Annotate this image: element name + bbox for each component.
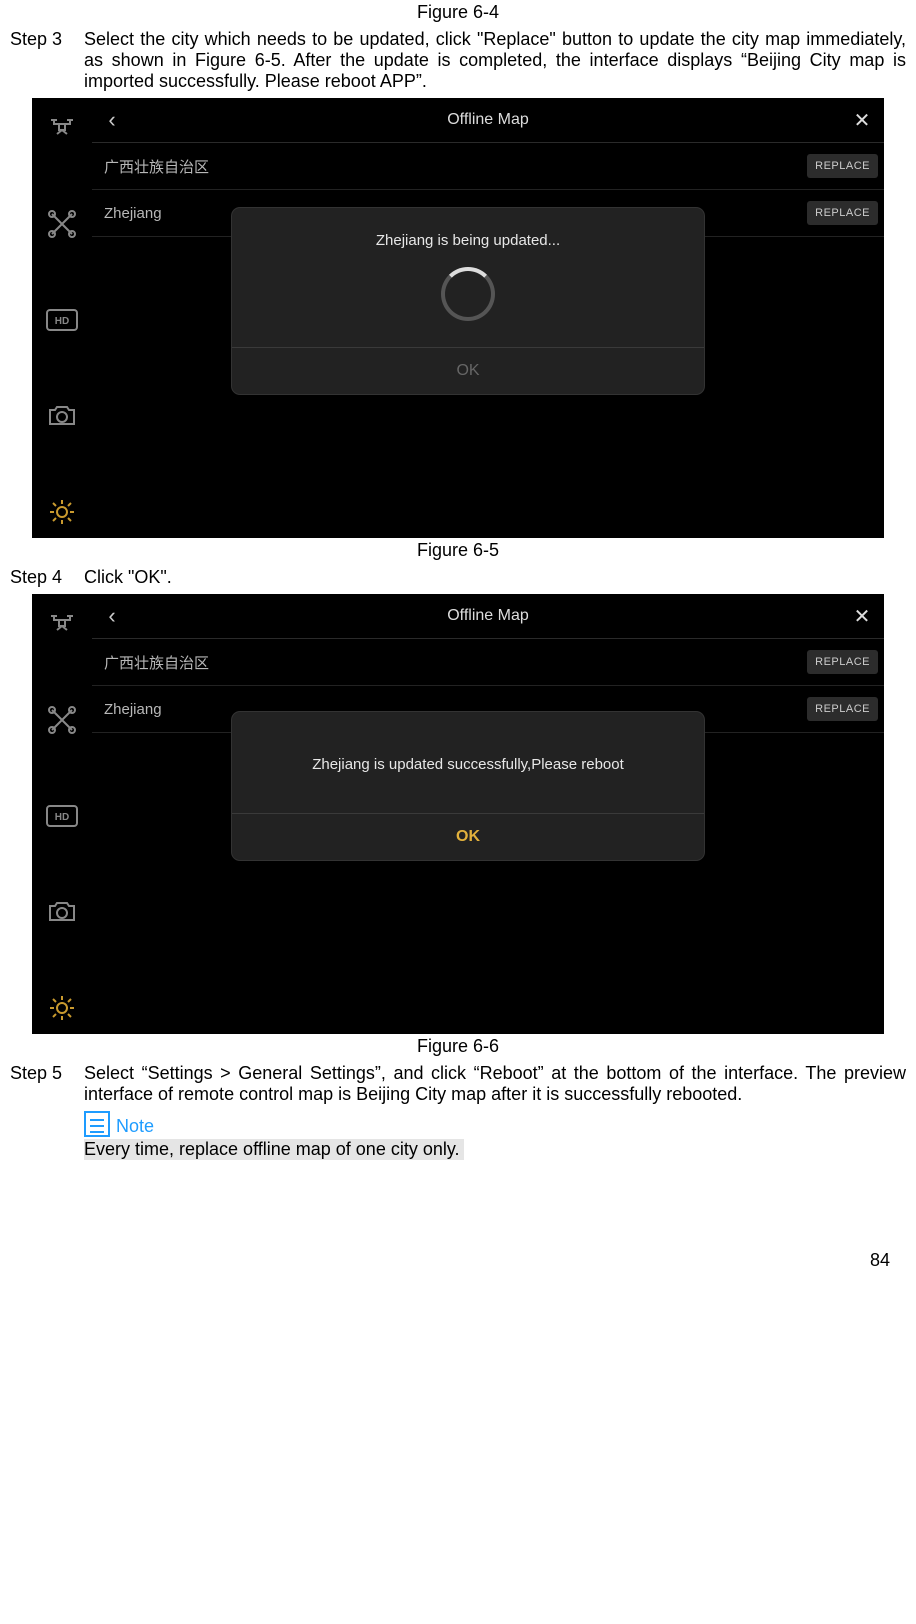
screenshot-figure-6-5: HD ‹ Offline Map ✕ 广西壮族自治区 REPLACE Zheji…: [32, 98, 884, 538]
screen-title: Offline Map: [92, 607, 884, 625]
city-name: 广西壮族自治区: [104, 156, 209, 177]
city-name: 广西壮族自治区: [104, 652, 209, 673]
updating-dialog: Zhejiang is being updated... OK: [232, 208, 704, 394]
drone-icon: [47, 114, 77, 138]
step-5: Step 5 Select “Settings > General Settin…: [10, 1063, 906, 1105]
replace-button[interactable]: REPLACE: [807, 697, 878, 721]
step-4: Step 4 Click "OK".: [10, 567, 906, 588]
loading-spinner-icon: [441, 267, 495, 321]
hd-icon: HD: [46, 805, 78, 827]
replace-button[interactable]: REPLACE: [807, 650, 878, 674]
close-button[interactable]: ✕: [840, 604, 884, 629]
city-row-guangxi: 广西壮族自治区 REPLACE: [92, 143, 884, 190]
step-5-body: Select “Settings > General Settings”, an…: [84, 1063, 906, 1105]
step-3-label: Step 3: [10, 29, 84, 92]
dialog-message: Zhejiang is updated successfully,Please …: [242, 756, 694, 773]
svg-text:HD: HD: [55, 812, 69, 823]
note-label: Note: [116, 1116, 154, 1137]
page-number: 84: [0, 1170, 916, 1283]
step-5-label: Step 5: [10, 1063, 84, 1105]
close-button[interactable]: ✕: [840, 108, 884, 133]
app-sidebar: HD: [32, 594, 92, 1034]
step-3-body: Select the city which needs to be update…: [84, 29, 906, 92]
svg-text:HD: HD: [55, 316, 69, 327]
ok-button-disabled: OK: [232, 347, 704, 394]
figure-caption-6-5: Figure 6-5: [10, 540, 906, 561]
gear-icon: [48, 994, 76, 1022]
app-sidebar: HD: [32, 98, 92, 538]
city-name: Zhejiang: [104, 205, 162, 222]
drone-icon: [47, 610, 77, 634]
hd-icon: HD: [46, 309, 78, 331]
back-button[interactable]: ‹: [92, 107, 132, 133]
camera-icon: [47, 403, 77, 427]
screenshot-figure-6-6: HD ‹ Offline Map ✕ 广西壮族自治区 REPLACE Zheji…: [32, 594, 884, 1034]
step-3: Step 3 Select the city which needs to be…: [10, 29, 906, 92]
offline-map-topbar: ‹ Offline Map ✕: [92, 98, 884, 143]
dialog-message: Zhejiang is being updated...: [242, 232, 694, 249]
replace-button[interactable]: REPLACE: [807, 201, 878, 225]
back-button[interactable]: ‹: [92, 603, 132, 629]
propeller-icon: [48, 706, 76, 734]
offline-map-topbar: ‹ Offline Map ✕: [92, 594, 884, 639]
figure-caption-6-4: Figure 6-4: [10, 2, 906, 23]
figure-caption-6-6: Figure 6-6: [10, 1036, 906, 1057]
note-heading: Note: [84, 1111, 906, 1137]
note-icon: [84, 1111, 110, 1137]
camera-icon: [47, 899, 77, 923]
note-text: Every time, replace offline map of one c…: [84, 1139, 464, 1160]
screen-title: Offline Map: [92, 111, 884, 129]
ok-button[interactable]: OK: [232, 813, 704, 860]
step-4-body: Click "OK".: [84, 567, 906, 588]
city-row-guangxi: 广西壮族自治区 REPLACE: [92, 639, 884, 686]
success-dialog: Zhejiang is updated successfully,Please …: [232, 712, 704, 860]
step-4-label: Step 4: [10, 567, 84, 588]
propeller-icon: [48, 210, 76, 238]
gear-icon: [48, 498, 76, 526]
city-name: Zhejiang: [104, 701, 162, 718]
replace-button[interactable]: REPLACE: [807, 154, 878, 178]
